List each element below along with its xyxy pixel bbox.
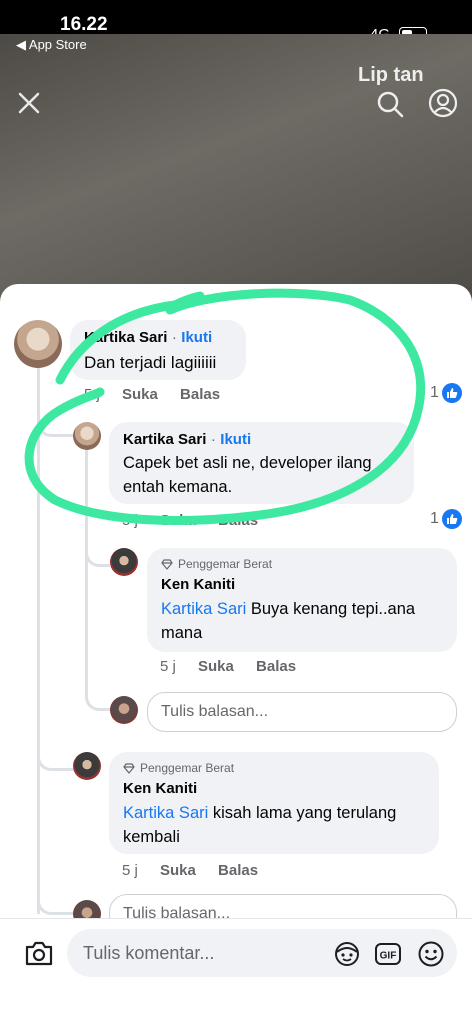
reaction-count[interactable]: 1 [430, 509, 462, 529]
avatar[interactable] [73, 422, 101, 450]
avatar[interactable] [110, 548, 138, 576]
thread-connector [37, 884, 74, 915]
avatar[interactable] [73, 752, 101, 780]
like-icon [441, 383, 462, 403]
fan-badge: Penggemar Berat [123, 761, 425, 775]
comments-sheet: Kartika Sari · Ikuti Dan terjadi lagiiii… [0, 284, 472, 1024]
search-icon[interactable] [376, 90, 404, 118]
back-to-app-store-link[interactable]: ◀ App Store [16, 37, 87, 53]
camera-icon[interactable] [24, 939, 54, 967]
comment-actions: 5 j Suka Balas [84, 386, 238, 403]
reply-button[interactable]: Balas [218, 512, 258, 529]
comment-text: Dan terjadi lagiiiiii [84, 353, 217, 372]
comment-bubble: Penggemar Berat Ken Kaniti Kartika Sari … [109, 752, 439, 854]
mention-link[interactable]: Kartika Sari [161, 600, 246, 618]
like-count: 1 [430, 510, 439, 527]
like-icon [441, 509, 462, 529]
reply-input[interactable]: Tulis balasan... [147, 692, 457, 732]
thread-line-nested [85, 444, 88, 699]
fan-badge: Penggemar Berat [161, 557, 443, 571]
comment-actions: 5 j Suka Balas [160, 658, 314, 675]
like-count: 1 [430, 384, 439, 401]
comment-text: Capek bet asli ne, developer ilang entah… [123, 454, 372, 496]
status-bar: 16.22 4G [0, 0, 472, 46]
mention-link[interactable]: Kartika Sari [123, 804, 208, 822]
diamond-icon [161, 558, 173, 570]
badge-label: Penggemar Berat [178, 557, 273, 571]
comment-bubble: Penggemar Berat Ken Kaniti Kartika Sari … [147, 548, 457, 652]
like-button[interactable]: Suka [122, 386, 158, 403]
comment-time: 5 j [160, 658, 176, 675]
comment-bubble: Kartika Sari · Ikuti Capek bet asli ne, … [109, 422, 414, 504]
comment-actions: 5 j Suka Balas [122, 512, 276, 529]
reaction-count[interactable]: 1 [430, 383, 462, 403]
like-button[interactable]: Suka [160, 512, 196, 529]
thread-connector [37, 744, 74, 771]
thread-connector [85, 542, 110, 567]
comment-author[interactable]: Kartika Sari [84, 329, 167, 346]
diamond-icon [123, 762, 135, 774]
emoji-icon[interactable] [417, 940, 445, 968]
reply-button[interactable]: Balas [256, 658, 296, 675]
follow-button[interactable]: Ikuti [220, 431, 251, 448]
follow-button[interactable]: Ikuti [181, 329, 212, 346]
profile-icon[interactable] [428, 88, 458, 118]
thread-line [37, 364, 40, 914]
watermark-logo: Lip tan [358, 64, 424, 86]
like-button[interactable]: Suka [160, 862, 196, 879]
clock: 16.22 [60, 14, 108, 35]
avatar[interactable] [14, 320, 62, 368]
svg-text:GIF: GIF [380, 951, 397, 962]
close-icon[interactable] [16, 90, 42, 116]
comment-time: 5 j [122, 862, 138, 879]
avatar [110, 696, 138, 724]
reply-button[interactable]: Balas [218, 862, 258, 879]
comment-actions: 5 j Suka Balas [122, 862, 276, 879]
avatar-sticker-icon[interactable] [333, 940, 361, 968]
badge-label: Penggemar Berat [140, 761, 235, 775]
comment-author[interactable]: Kartika Sari [123, 431, 206, 448]
comment-composer: Tulis komentar... GIF [0, 918, 472, 1025]
comment-author[interactable]: Ken Kaniti [161, 576, 443, 593]
comment-bubble: Kartika Sari · Ikuti Dan terjadi lagiiii… [70, 320, 246, 380]
thread-connector [85, 684, 110, 711]
like-button[interactable]: Suka [198, 658, 234, 675]
comment-time: 5 j [122, 512, 138, 529]
gif-icon[interactable]: GIF [374, 940, 402, 968]
comment-author[interactable]: Ken Kaniti [123, 780, 425, 797]
comment-input[interactable]: Tulis komentar... GIF [67, 929, 457, 977]
comment-placeholder: Tulis komentar... [83, 943, 215, 963]
reply-button[interactable]: Balas [180, 386, 220, 403]
comment-time: 5 j [84, 386, 100, 403]
thread-connector [37, 404, 74, 437]
